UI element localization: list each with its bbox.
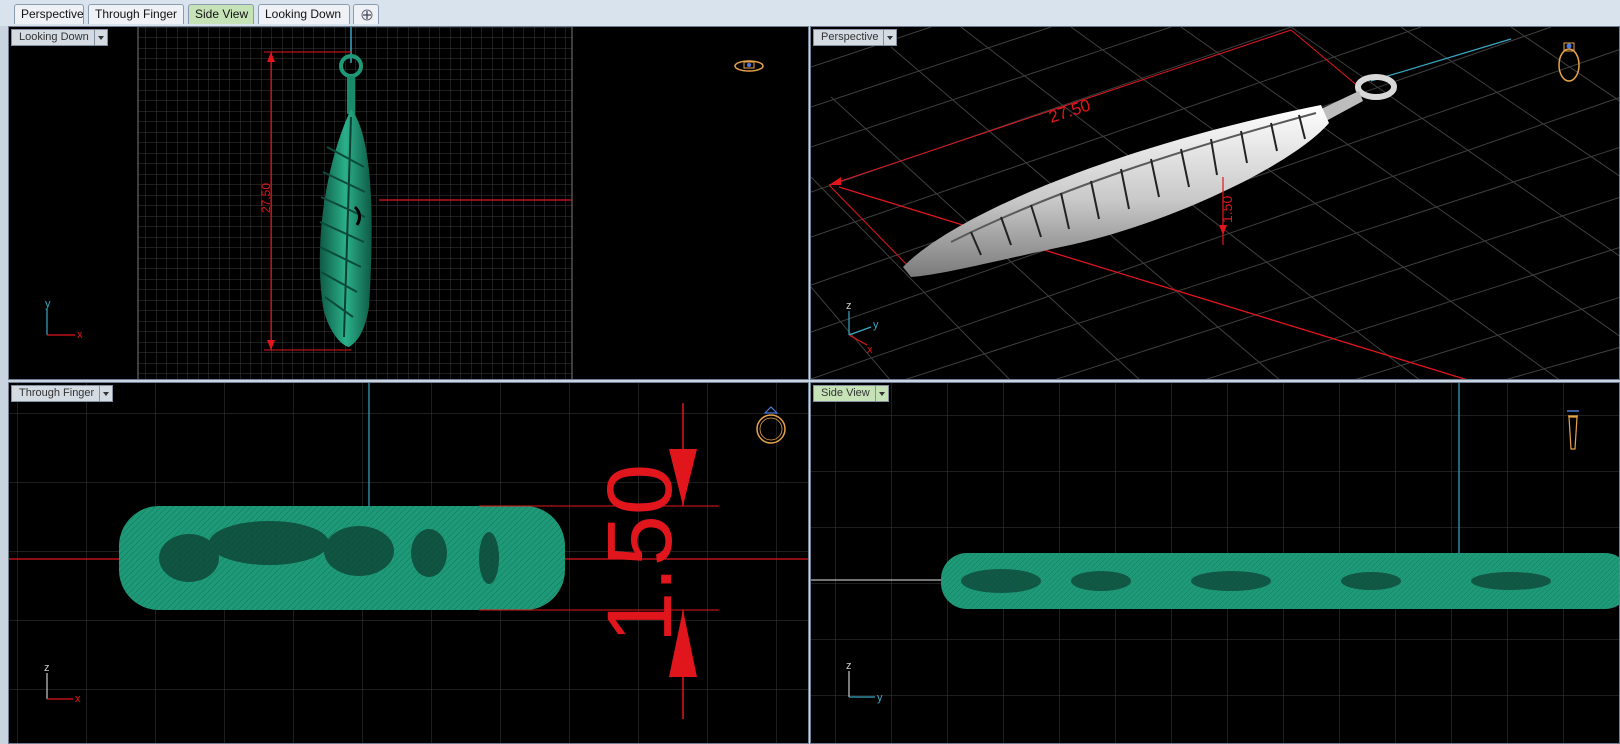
svg-text:z: z	[846, 300, 852, 312]
viewport-through-finger[interactable]: 1.50 z x Through Finger	[8, 382, 809, 744]
axis-line	[1370, 38, 1512, 82]
viewport-label-text: Perspective	[821, 31, 879, 43]
svg-text:y: y	[877, 692, 883, 704]
svg-text:x: x	[75, 693, 81, 705]
tab-looking-down[interactable]: Looking Down	[258, 4, 350, 24]
viewport-label[interactable]: Through Finger	[11, 385, 114, 402]
svg-text:x: x	[77, 329, 83, 341]
viewport-area: 27.50 y x Looking Down 27.50 1.50 z y x …	[0, 26, 1620, 744]
svg-text:1.50: 1.50	[1219, 196, 1235, 223]
svg-text:y: y	[45, 298, 51, 310]
dropdown-arrow-icon[interactable]	[99, 386, 112, 401]
viewport-label[interactable]: Side View	[813, 385, 889, 402]
ring-icon	[734, 60, 764, 72]
viewport-label-text: Through Finger	[19, 387, 95, 399]
feather-model-section	[119, 506, 565, 610]
svg-text:27.50: 27.50	[1046, 96, 1092, 127]
svg-text:z: z	[44, 662, 50, 674]
dropdown-arrow-icon[interactable]	[874, 386, 888, 401]
viewport-side-view[interactable]: z y Side View	[810, 382, 1620, 744]
dropdown-arrow-icon[interactable]	[883, 30, 896, 45]
axis-indicator: y x	[45, 298, 83, 341]
viewport-label[interactable]: Looking Down	[11, 29, 108, 46]
tab-perspective[interactable]: Perspective	[14, 4, 84, 24]
viewport-label-text: Looking Down	[19, 31, 89, 43]
add-tab-icon	[361, 9, 373, 21]
add-tab-button[interactable]	[353, 4, 379, 24]
looking-down-canvas: 27.50 y x	[45, 27, 764, 379]
viewport-perspective[interactable]: 27.50 1.50 z y x Perspective	[810, 26, 1620, 380]
svg-text:y: y	[873, 319, 879, 331]
viewport-label[interactable]: Perspective	[813, 29, 898, 46]
feather-model-side	[941, 553, 1619, 609]
viewport-tab-bar: Perspective Through Finger Side View Loo…	[0, 0, 1620, 27]
perspective-canvas: 27.50 1.50 z y x	[811, 27, 1619, 379]
side-view-canvas: z y	[811, 383, 1619, 743]
viewport-label-text: Side View	[821, 387, 870, 399]
svg-text:27.50: 27.50	[259, 183, 273, 213]
viewport-looking-down[interactable]: 27.50 y x Looking Down	[8, 26, 809, 380]
svg-text:x: x	[867, 344, 873, 356]
perspective-grid	[811, 27, 1619, 379]
through-finger-canvas: 1.50 z x	[9, 383, 808, 743]
tab-side-view[interactable]: Side View	[188, 4, 254, 24]
tab-through-finger[interactable]: Through Finger	[88, 4, 184, 24]
svg-text:1.50: 1.50	[589, 464, 691, 643]
dropdown-arrow-icon[interactable]	[93, 30, 107, 45]
feather-model	[903, 74, 1397, 277]
svg-text:z: z	[846, 660, 852, 672]
